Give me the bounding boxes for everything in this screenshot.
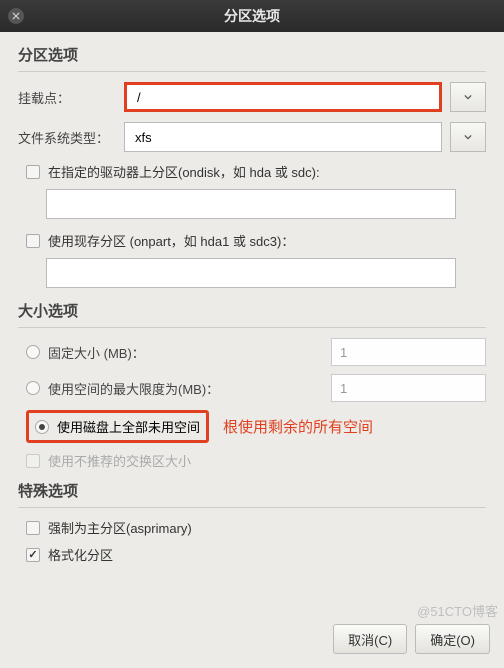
maxsize-label: 使用空间的最大限度为(MB)： [48, 379, 323, 398]
fixed-size-input[interactable] [331, 338, 486, 366]
asprimary-label: 强制为主分区(asprimary) [48, 518, 192, 537]
mount-point-input[interactable] [124, 82, 442, 112]
mount-point-label: 挂载点： [18, 88, 118, 107]
annotation-text: 根使用剩余的所有空间 [223, 416, 373, 437]
format-label: 格式化分区 [48, 545, 113, 564]
close-icon[interactable] [8, 8, 24, 24]
recommended-swap-label: 使用不推荐的交换区大小 [48, 451, 486, 470]
recommended-swap-checkbox [26, 454, 40, 468]
maxsize-input[interactable] [331, 374, 486, 402]
dialog-body: 分区选项 挂载点： 文件系统类型： 在指定的驱动器上分区(ondisk，如 hd… [0, 32, 504, 668]
fs-type-input[interactable] [124, 122, 442, 152]
divider [18, 327, 486, 328]
asprimary-checkbox[interactable] [26, 521, 40, 535]
fs-type-dropdown[interactable] [450, 122, 486, 152]
divider [18, 507, 486, 508]
ondisk-checkbox[interactable] [26, 165, 40, 179]
ok-button[interactable]: 确定(O) [415, 624, 490, 654]
window-title: 分区选项 [224, 6, 280, 26]
divider [18, 71, 486, 72]
mount-point-dropdown[interactable] [450, 82, 486, 112]
fixed-size-radio[interactable] [26, 345, 40, 359]
onpart-input[interactable] [46, 258, 456, 288]
chevron-down-icon [464, 133, 472, 141]
onpart-label: 使用现存分区 (onpart，如 hda1 或 sdc3)： [48, 231, 294, 250]
chevron-down-icon [464, 93, 472, 101]
useall-radio[interactable] [35, 420, 49, 434]
cancel-button[interactable]: 取消(C) [333, 624, 407, 654]
maxsize-radio[interactable] [26, 381, 40, 395]
onpart-checkbox[interactable] [26, 234, 40, 248]
fixed-size-label: 固定大小 (MB)： [48, 343, 323, 362]
ondisk-input[interactable] [46, 189, 456, 219]
footer: 取消(C) 确定(O) [333, 624, 490, 654]
useall-label: 使用磁盘上全部未用空间 [57, 417, 200, 436]
section-special-title: 特殊选项 [18, 480, 486, 501]
ondisk-label: 在指定的驱动器上分区(ondisk，如 hda 或 sdc): [48, 162, 320, 181]
useall-highlight: 使用磁盘上全部未用空间 [26, 410, 209, 443]
fs-type-label: 文件系统类型： [18, 128, 118, 147]
section-size-title: 大小选项 [18, 300, 486, 321]
watermark: @51CTO博客 [417, 601, 498, 620]
titlebar: 分区选项 [0, 0, 504, 32]
format-checkbox[interactable] [26, 548, 40, 562]
section-partition-title: 分区选项 [18, 44, 486, 65]
